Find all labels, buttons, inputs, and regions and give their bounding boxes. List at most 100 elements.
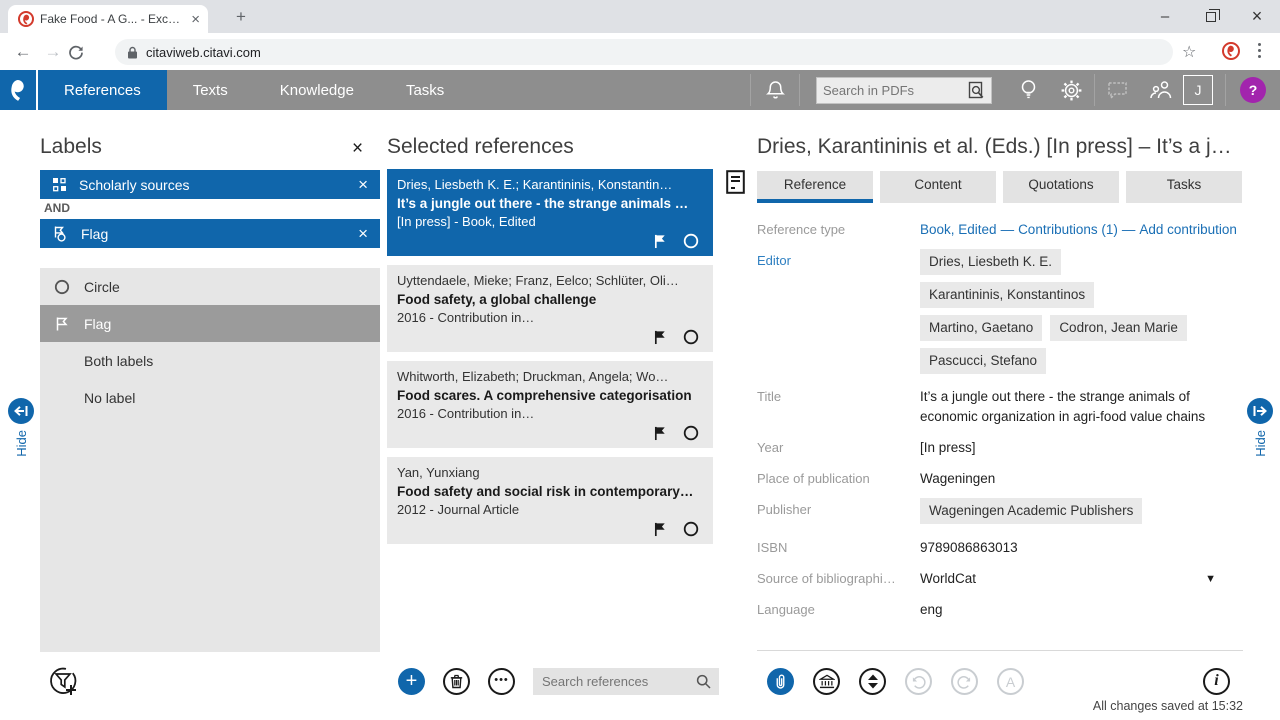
address-bar[interactable]: citaviweb.citavi.com xyxy=(115,39,1173,65)
reference-search-input[interactable] xyxy=(533,674,696,689)
chat-bubble-icon[interactable] xyxy=(1095,70,1139,110)
tab-close-icon[interactable]: × xyxy=(191,12,200,27)
new-tab-button[interactable]: + xyxy=(228,4,254,30)
bookmark-star-icon[interactable]: ☆ xyxy=(1182,42,1196,62)
label-option-both[interactable]: Both labels xyxy=(40,342,380,379)
label-option-flag[interactable]: Flag xyxy=(40,305,380,342)
compact-view-icon[interactable] xyxy=(726,170,745,194)
delete-reference-button[interactable] xyxy=(443,668,470,695)
field-title: Title It’s a jungle out there - the stra… xyxy=(757,387,1244,427)
citavi-logo-icon[interactable] xyxy=(0,70,38,110)
circle-icon[interactable] xyxy=(683,425,699,443)
remove-filter-icon[interactable]: × xyxy=(358,176,368,193)
more-actions-button[interactable]: ••• xyxy=(488,668,515,695)
search-in-document-icon[interactable] xyxy=(968,81,985,100)
browser-tab[interactable]: Fake Food - A G... - Excerp × xyxy=(8,5,208,33)
pdf-search-input[interactable] xyxy=(817,83,968,98)
pdf-search-box xyxy=(816,77,992,104)
tab-content[interactable]: Content xyxy=(880,171,996,203)
flag-icon[interactable] xyxy=(653,521,668,539)
field-editor: Editor Dries, Liesbeth K. E. Karantinini… xyxy=(757,251,1244,381)
reference-card[interactable]: Yan, Yunxiang Food safety and social ris… xyxy=(387,457,713,544)
tab-tasks[interactable]: Tasks xyxy=(1126,171,1242,203)
reference-title: Food scares. A comprehensive categorisat… xyxy=(397,386,701,405)
divider xyxy=(799,74,800,106)
circle-icon[interactable] xyxy=(683,329,699,347)
attachments-button[interactable] xyxy=(767,668,794,695)
labels-panel-close-icon[interactable]: × xyxy=(352,139,363,158)
flag-icon[interactable] xyxy=(653,233,668,251)
user-avatar[interactable]: J xyxy=(1183,75,1213,105)
citavi-extension-badge-icon xyxy=(1222,42,1240,60)
filter-label: Scholarly sources xyxy=(79,177,346,193)
hide-right-panel-toggle[interactable]: Hide xyxy=(1247,398,1273,462)
nav-tab-tasks[interactable]: Tasks xyxy=(380,70,470,110)
reference-card[interactable]: Uyttendaele, Mieke; Franz, Eelco; Schlüt… xyxy=(387,265,713,352)
tab-quotations[interactable]: Quotations xyxy=(1003,171,1119,203)
tab-reference[interactable]: Reference xyxy=(757,171,873,203)
add-reference-button[interactable]: + xyxy=(398,668,425,695)
language-value[interactable]: eng xyxy=(920,600,1244,620)
filter-flag[interactable]: Flag × xyxy=(40,219,380,248)
nav-tab-knowledge[interactable]: Knowledge xyxy=(254,70,380,110)
label-option-none[interactable]: No label xyxy=(40,379,380,416)
navigate-references-button[interactable] xyxy=(859,668,886,695)
contributions-link[interactable]: Contributions (1) xyxy=(1018,222,1118,237)
tab-title: Fake Food - A G... - Excerp xyxy=(40,12,185,26)
reload-icon[interactable] xyxy=(68,44,98,60)
year-value[interactable]: [In press] xyxy=(920,438,1244,458)
isbn-value[interactable]: 9789086863013 xyxy=(920,538,1244,558)
nav-tab-references[interactable]: References xyxy=(38,70,167,110)
undo-button[interactable] xyxy=(905,668,932,695)
reference-authors: Dries, Liesbeth K. E.; Karantininis, Kon… xyxy=(397,176,701,194)
browser-menu-icon[interactable] xyxy=(1258,43,1261,58)
settings-gear-icon[interactable] xyxy=(1048,70,1094,110)
field-publisher: Publisher Wageningen Academic Publishers xyxy=(757,500,1244,531)
detail-toolbar: A xyxy=(767,668,1024,695)
remove-filter-icon[interactable]: × xyxy=(358,225,368,242)
tips-lightbulb-icon[interactable] xyxy=(1008,70,1048,110)
editor-chip[interactable]: Karantininis, Konstantinos xyxy=(920,282,1094,308)
reference-authors: Yan, Yunxiang xyxy=(397,464,701,482)
nav-tab-texts[interactable]: Texts xyxy=(167,70,254,110)
field-place: Place of publication Wageningen xyxy=(757,469,1244,489)
editor-chip[interactable]: Martino, Gaetano xyxy=(920,315,1042,341)
title-value[interactable]: It’s a jungle out there - the strange an… xyxy=(920,387,1244,427)
editor-chip[interactable]: Codron, Jean Marie xyxy=(1050,315,1187,341)
source-value[interactable]: WorldCat xyxy=(920,569,976,589)
restore-button[interactable] xyxy=(1188,0,1234,33)
editor-chip[interactable]: Pascucci, Stefano xyxy=(920,348,1046,374)
forward-icon[interactable]: → xyxy=(38,42,68,62)
reference-card[interactable]: Whitworth, Elizabeth; Druckman, Angela; … xyxy=(387,361,713,448)
share-people-icon[interactable] xyxy=(1139,70,1183,110)
back-icon[interactable]: ← xyxy=(8,42,38,62)
place-value[interactable]: Wageningen xyxy=(920,469,1244,489)
field-label: Language xyxy=(757,600,920,620)
publisher-chip[interactable]: Wageningen Academic Publishers xyxy=(920,498,1142,524)
help-button[interactable]: ? xyxy=(1240,77,1266,103)
reference-type-link[interactable]: Book, Edited xyxy=(920,222,997,237)
redo-button[interactable] xyxy=(951,668,978,695)
flag-icon[interactable] xyxy=(653,425,668,443)
undo-icon xyxy=(911,675,926,689)
close-window-button[interactable]: × xyxy=(1234,0,1280,33)
info-button[interactable]: i xyxy=(1203,668,1230,695)
circle-icon[interactable] xyxy=(683,521,699,539)
detail-title: Dries, Karantininis et al. (Eds.) [In pr… xyxy=(757,135,1243,159)
editor-chip[interactable]: Dries, Liesbeth K. E. xyxy=(920,249,1061,275)
library-lookup-button[interactable] xyxy=(813,668,840,695)
reference-card[interactable]: Dries, Liesbeth K. E.; Karantininis, Kon… xyxy=(387,169,713,256)
flag-icon[interactable] xyxy=(653,329,668,347)
labels-panel-title: Labels xyxy=(40,135,102,159)
add-contribution-link[interactable]: Add contribution xyxy=(1139,222,1237,237)
hide-left-panel-toggle[interactable]: Hide xyxy=(8,398,34,462)
chevron-down-icon[interactable]: ▼ xyxy=(1205,569,1216,589)
citavi-extension-icon[interactable] xyxy=(1222,42,1240,60)
circle-icon[interactable] xyxy=(683,233,699,251)
label-option-circle[interactable]: Circle xyxy=(40,268,380,305)
filter-scholarly-sources[interactable]: Scholarly sources × xyxy=(40,170,380,199)
minimize-button[interactable]: – xyxy=(1142,0,1188,33)
notifications-bell-icon[interactable] xyxy=(751,70,799,110)
autofill-button[interactable]: A xyxy=(997,668,1024,695)
add-filter-button[interactable] xyxy=(46,664,80,698)
